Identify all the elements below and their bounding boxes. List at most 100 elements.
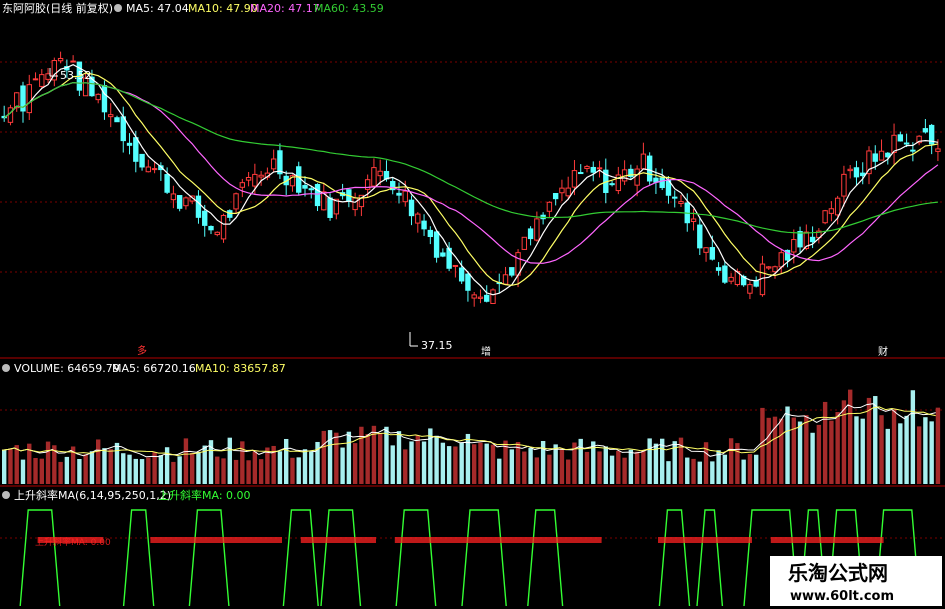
candle	[39, 74, 45, 87]
volume-bar	[453, 446, 458, 484]
volume-bar	[634, 451, 640, 484]
volume-bar	[816, 424, 822, 484]
candle	[552, 192, 559, 200]
volume-bar	[848, 389, 853, 484]
volume-bar	[421, 441, 427, 484]
indicator-value: 上升斜率MA: 0.00	[158, 488, 251, 502]
volume-bar	[20, 459, 26, 484]
candle	[897, 134, 904, 142]
volume-bar	[45, 441, 51, 484]
volume-bar	[365, 434, 370, 484]
candle	[797, 231, 803, 248]
volume-bar	[396, 431, 402, 484]
candle	[57, 57, 64, 62]
volume-bar	[935, 407, 941, 484]
candle	[296, 166, 302, 193]
volume-bar	[923, 417, 928, 484]
candle	[690, 218, 697, 222]
candle	[95, 93, 101, 101]
high-label: 53.52	[60, 69, 92, 82]
volume-bar	[215, 456, 220, 484]
candle	[646, 155, 653, 182]
volume-value: VOLUME: 64659.79	[14, 362, 120, 375]
volume-bar	[528, 447, 533, 484]
volume-bars	[1, 389, 941, 484]
volume-bar	[547, 454, 552, 484]
volume-bar	[233, 459, 239, 484]
candle	[252, 173, 258, 187]
volume-bar	[403, 449, 408, 484]
volume-bar	[685, 457, 690, 484]
volume-bar	[58, 461, 63, 484]
candle	[728, 276, 734, 282]
stock-chart[interactable]: 53.52 37.15 多 增 财 上升斜率MA: 0.00 东阿阿胶(日线 前…	[0, 0, 945, 609]
candle	[878, 150, 885, 161]
candle	[270, 158, 277, 170]
volume-bar	[860, 418, 865, 484]
volume-bar	[240, 441, 245, 484]
candle	[440, 252, 446, 257]
indicator-pulse	[122, 509, 155, 607]
volume-bar	[472, 444, 477, 484]
candle	[502, 274, 509, 285]
candle	[433, 231, 440, 258]
candle	[903, 142, 910, 145]
volume-bar	[127, 454, 132, 484]
candle	[471, 294, 477, 299]
candle	[590, 166, 596, 173]
candle	[584, 165, 590, 169]
indicator-label-band	[770, 537, 884, 543]
candle	[214, 231, 220, 236]
candle	[183, 197, 189, 207]
volume-bar	[309, 451, 314, 484]
candle	[778, 252, 784, 268]
candle	[678, 201, 684, 204]
volume-bar	[509, 449, 514, 484]
volume-bar	[133, 458, 138, 484]
candle	[14, 92, 20, 109]
indicator-label-band	[394, 537, 602, 543]
candle	[791, 239, 797, 253]
marker-zeng: 增	[481, 345, 491, 358]
candle	[509, 267, 515, 276]
volume-bar	[277, 451, 283, 484]
volume-bar	[352, 443, 358, 484]
candle	[715, 267, 722, 271]
volume-ma5: MA5: 66720.16	[112, 362, 196, 375]
volume-bar	[779, 418, 784, 484]
candle	[427, 229, 434, 238]
volume-bar	[340, 447, 345, 484]
candle	[853, 167, 860, 178]
candle	[352, 197, 358, 211]
volume-bar	[885, 428, 890, 484]
candle	[834, 197, 841, 216]
indicator-label-band	[658, 537, 752, 543]
volume-bar	[77, 459, 82, 484]
volume-bar	[891, 409, 897, 484]
volume-bar	[409, 441, 414, 484]
collapse-icon	[2, 491, 10, 499]
watermark-name: 乐淘公式网	[788, 561, 888, 585]
candle	[634, 168, 640, 186]
candle	[565, 187, 571, 197]
volume-bar	[8, 448, 13, 484]
indicator-label-band	[300, 537, 376, 543]
volume-bar	[258, 459, 264, 484]
volume-bar	[459, 442, 464, 484]
candle	[245, 177, 252, 181]
candle	[703, 247, 709, 253]
volume-bar	[446, 446, 452, 484]
volume-bar	[628, 449, 634, 484]
candle	[484, 294, 490, 302]
volume-bar	[898, 423, 903, 484]
candle	[490, 289, 496, 305]
candle	[7, 107, 14, 123]
volume-bar	[158, 455, 164, 484]
low-annotation: 37.15	[409, 332, 453, 352]
indicator-inline-label: 上升斜率MA: 0.00	[35, 536, 111, 548]
candle	[26, 84, 32, 114]
candle	[151, 168, 158, 171]
volume-bar	[835, 412, 840, 484]
volume-bar	[616, 450, 621, 484]
volume-bar	[221, 458, 226, 484]
